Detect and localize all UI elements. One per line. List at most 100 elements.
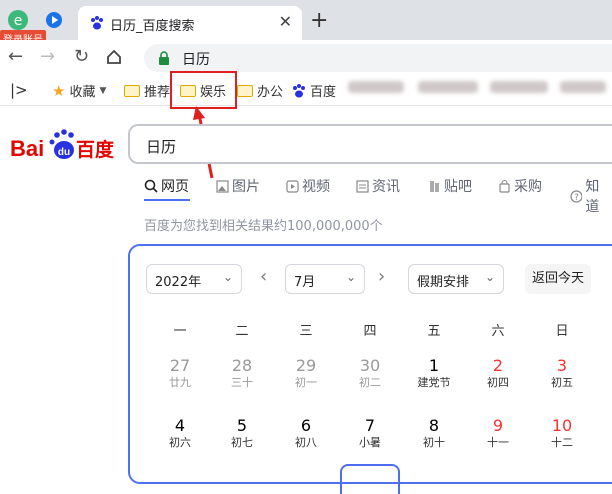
- browser-toolbar: ← → ↻ 日历: [0, 40, 612, 74]
- bookmark-baidu-label: 百度: [310, 85, 337, 100]
- calendar-day-cell[interactable]: 10 十二: [537, 416, 587, 450]
- calendar-day-cell[interactable]: 2 初四: [473, 356, 523, 390]
- blurred-bookmark: [418, 81, 478, 93]
- year-select-value: 2022年: [155, 275, 202, 290]
- bookmark-blurred-1[interactable]: [348, 81, 404, 93]
- tab-video[interactable]: 视频: [286, 176, 330, 196]
- caret-down-icon: ▼: [99, 85, 107, 96]
- result-count: 百度为您找到相关结果约100,000,000个: [144, 219, 383, 234]
- lunar-date: 初二: [359, 376, 381, 389]
- browser-logo-icon[interactable]: e: [6, 8, 30, 32]
- svg-text:?: ?: [574, 193, 579, 203]
- baidu-logo-text: 百度: [76, 139, 115, 161]
- calendar-day-cell[interactable]: 1 建党节: [409, 356, 459, 390]
- weekday-label: 一: [173, 324, 187, 339]
- chevron-down-icon: ⌄: [345, 270, 356, 284]
- baidu-logo[interactable]: Bai du 百度: [10, 126, 115, 166]
- lunar-date: 初十: [423, 436, 445, 449]
- tieba-icon: [430, 180, 439, 192]
- calendar-day-cell[interactable]: 3 初五: [537, 356, 587, 390]
- lunar-date: 廿九: [169, 376, 191, 389]
- tab-close-icon[interactable]: ✕: [279, 12, 292, 31]
- reload-icon[interactable]: ↻: [74, 46, 89, 67]
- back-to-today-button[interactable]: 返回今天: [525, 264, 591, 294]
- calendar-day-cell[interactable]: 4 初六: [155, 416, 205, 450]
- tab-purchase[interactable]: 采购: [498, 176, 542, 196]
- weekday-label: 五: [427, 324, 441, 339]
- tab-images-label: 图片: [232, 179, 260, 195]
- calendar-day-cell[interactable]: 27 廿九: [155, 356, 205, 390]
- lunar-date: 初七: [231, 436, 253, 449]
- tab-baidu-search[interactable]: 日历_百度搜索 ✕: [78, 6, 302, 40]
- day-number: 28: [231, 356, 253, 375]
- video-icon: [286, 179, 299, 193]
- bookmark-favorites-label: 收藏: [69, 85, 96, 100]
- new-tab-button[interactable]: +: [310, 8, 328, 33]
- baidu-paw-icon: [293, 83, 305, 97]
- bookmark-folder-recommend[interactable]: 推荐: [124, 81, 170, 100]
- bookmark-favorites[interactable]: ★ 收藏 ▼: [52, 81, 107, 101]
- calendar-day-cell[interactable]: 6 初八: [281, 416, 331, 450]
- star-icon: ★: [52, 81, 66, 100]
- svg-text:e: e: [14, 13, 23, 29]
- calendar-day-cell[interactable]: 5 初七: [217, 416, 267, 450]
- folder-icon: [237, 84, 253, 97]
- calendar-day-cell[interactable]: 7 小暑: [345, 416, 395, 450]
- day-number: 9: [492, 416, 504, 435]
- tab-zhidao[interactable]: ? 知道: [570, 176, 612, 216]
- address-text: 日历: [182, 52, 210, 68]
- tab-purchase-label: 采购: [514, 179, 542, 195]
- day-number: 8: [428, 416, 440, 435]
- forward-arrow-icon[interactable]: →: [40, 46, 55, 67]
- day-number: 10: [551, 416, 573, 435]
- tab-favicon-icon[interactable]: [46, 12, 62, 28]
- prev-month-icon[interactable]: ‹: [260, 266, 267, 287]
- day-number: 30: [359, 356, 381, 375]
- calendar-day-cell[interactable]: 8 初十: [409, 416, 459, 450]
- tab-strip: e 日历_百度搜索 ✕ + 登录账号: [0, 0, 612, 47]
- calendar-day-cell[interactable]: 9 十一: [473, 416, 523, 450]
- holiday-select[interactable]: 假期安排 ⌄: [408, 264, 504, 294]
- day-number: 27: [169, 356, 191, 375]
- tab-images[interactable]: 图片: [216, 176, 260, 196]
- calendar-day-cell[interactable]: 29 初一: [281, 356, 331, 390]
- calendar-day-cell[interactable]: 28 三十: [217, 356, 267, 390]
- bookmark-blurred-2[interactable]: [418, 81, 478, 93]
- home-icon[interactable]: [106, 49, 122, 65]
- bookmark-blurred-4[interactable]: [560, 81, 606, 93]
- tab-title: 日历_百度搜索: [110, 19, 195, 34]
- lunar-date: 三十: [231, 376, 253, 389]
- back-arrow-icon[interactable]: ←: [8, 46, 23, 67]
- news-icon: [356, 179, 369, 193]
- chevron-down-icon: ⌄: [484, 270, 495, 284]
- weekday-label: 日: [555, 324, 569, 339]
- lunar-date: 初六: [169, 436, 191, 449]
- svg-text:du: du: [58, 147, 70, 158]
- bookmark-blurred-3[interactable]: [490, 81, 548, 93]
- lunar-date: 初八: [295, 436, 317, 449]
- tab-news[interactable]: 资讯: [356, 176, 400, 196]
- weekday-label: 六: [491, 324, 505, 339]
- tab-tieba[interactable]: 贴吧: [428, 176, 472, 196]
- search-icon: [144, 179, 158, 193]
- lunar-date: 初一: [295, 376, 317, 389]
- bookmark-folder-office[interactable]: 办公: [237, 81, 283, 100]
- weekday-label: 二: [235, 324, 249, 339]
- search-input[interactable]: 日历: [128, 124, 612, 164]
- sidebar-toggle-icon[interactable]: |>: [10, 81, 28, 99]
- tab-tieba-label: 贴吧: [444, 179, 472, 195]
- bookmark-baidu[interactable]: 百度: [292, 81, 336, 100]
- image-icon: [216, 179, 229, 193]
- chevron-down-icon: ⌄: [222, 270, 233, 284]
- svg-text:Bai: Bai: [10, 136, 44, 161]
- lock-icon: [159, 51, 169, 65]
- day-number: 2: [492, 356, 504, 375]
- address-bar[interactable]: 日历: [144, 44, 612, 72]
- month-select[interactable]: 7月 ⌄: [285, 264, 365, 294]
- calendar-widget: 2022年 ⌄ ‹ 7月 ⌄ › 假期安排 ⌄ 返回今天 一二三四五六日 27 廿…: [128, 244, 612, 494]
- calendar-day-cell[interactable]: 30 初二: [345, 356, 395, 390]
- lunar-date: 初四: [487, 376, 509, 389]
- year-select[interactable]: 2022年 ⌄: [146, 264, 242, 294]
- next-month-icon[interactable]: ›: [378, 266, 385, 287]
- tab-web[interactable]: 网页: [144, 176, 189, 196]
